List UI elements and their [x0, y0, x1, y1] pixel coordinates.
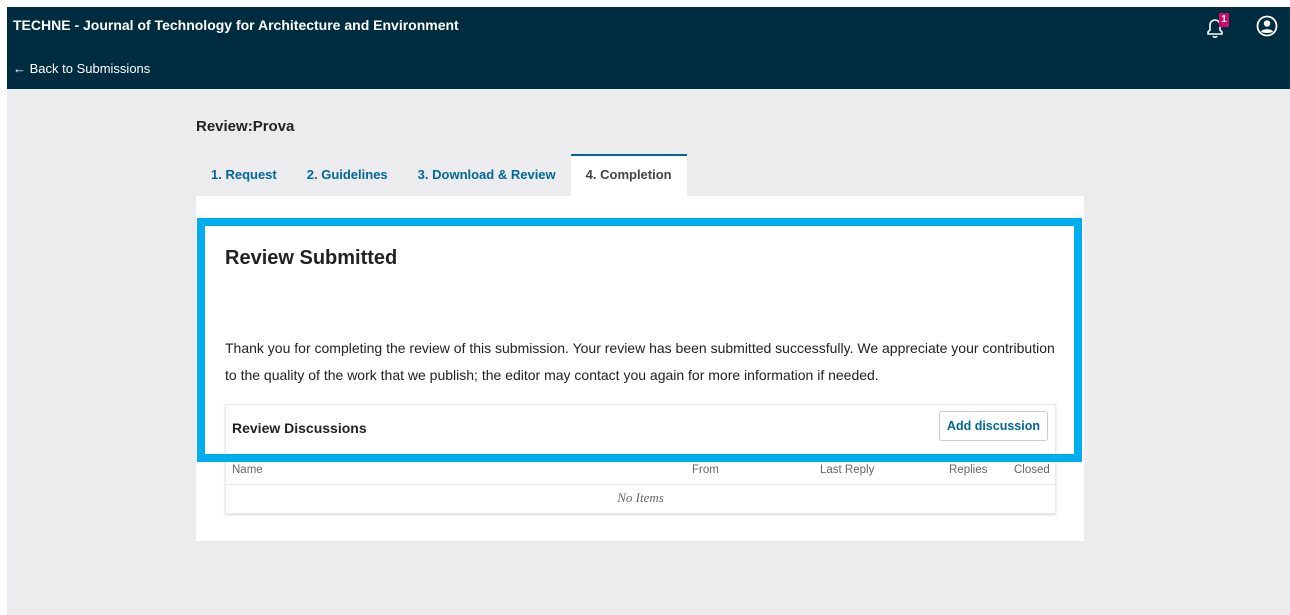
tab-completion[interactable]: 4. Completion: [570, 154, 687, 196]
review-step-tabs: 1. Request 2. Guidelines 3. Download & R…: [196, 154, 687, 196]
tab-guidelines[interactable]: 2. Guidelines: [292, 154, 403, 196]
user-account-button[interactable]: [1256, 15, 1278, 37]
column-name[interactable]: Name: [232, 464, 263, 476]
discussions-table-header: Name From Last Reply Replies Closed: [226, 455, 1055, 485]
journal-title[interactable]: TECHNE - Journal of Technology for Archi…: [13, 17, 459, 33]
column-from[interactable]: From: [692, 464, 719, 476]
user-account-icon: [1256, 15, 1278, 37]
tab-request[interactable]: 1. Request: [196, 154, 292, 196]
notification-count-badge: 1: [1219, 13, 1229, 27]
column-replies[interactable]: Replies: [949, 464, 987, 476]
tab-download-review[interactable]: 3. Download & Review: [403, 154, 571, 196]
review-submitted-heading: Review Submitted: [225, 247, 398, 269]
no-items-text: No Items: [617, 490, 664, 505]
page-title: Review:Prova: [196, 118, 295, 135]
column-last-reply[interactable]: Last Reply: [820, 464, 874, 476]
add-discussion-button[interactable]: Add discussion: [938, 411, 1048, 441]
review-discussions-grid: Review Discussions Add discussion Name F…: [225, 404, 1056, 514]
back-to-submissions-link[interactable]: ← Back to Submissions: [13, 61, 150, 76]
review-discussions-title: Review Discussions: [232, 420, 367, 436]
column-closed[interactable]: Closed: [1014, 464, 1050, 476]
completion-message: Thank you for completing the review of t…: [225, 340, 1055, 383]
notifications-button[interactable]: 1: [1205, 13, 1231, 41]
top-header-bar: TECHNE - Journal of Technology for Archi…: [7, 7, 1290, 89]
